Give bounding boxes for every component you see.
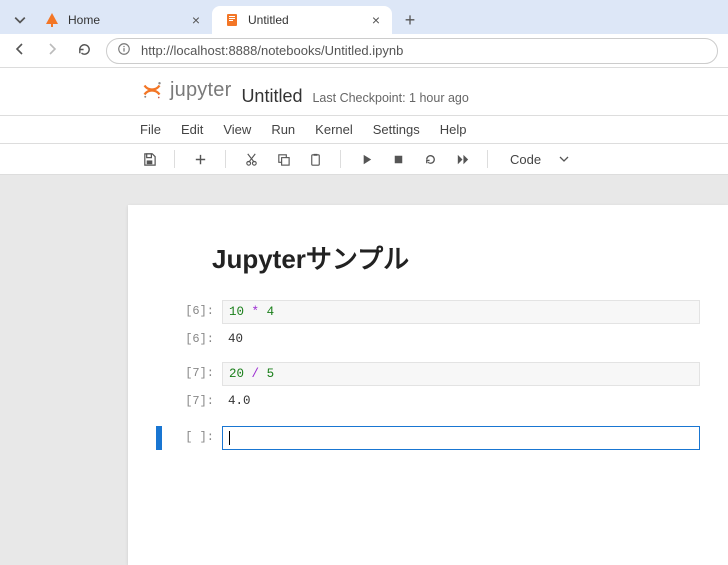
forward-icon	[42, 41, 62, 60]
tab-title: Untitled	[248, 13, 364, 27]
out-prompt: [7]:	[168, 390, 222, 412]
cell-bar	[156, 390, 162, 412]
browser-tab-strip: Home × Untitled × +	[0, 0, 728, 34]
notebook-favicon-icon	[224, 12, 240, 28]
output-text: 4.0	[222, 390, 700, 412]
output-cell: [6]: 40	[156, 328, 700, 350]
url-input[interactable]: http://localhost:8888/notebooks/Untitled…	[106, 38, 718, 64]
fast-forward-icon[interactable]	[453, 150, 471, 168]
menu-help[interactable]: Help	[440, 122, 467, 137]
jupyter-logo-text: jupyter	[170, 79, 231, 102]
toolbar: Code	[0, 144, 728, 175]
separator	[487, 150, 488, 168]
code-cell-active[interactable]: [ ]:	[156, 426, 700, 450]
notebook: Jupyterサンプル [6]: 10 * 4 [6]: 40 [7]: 20 …	[128, 205, 728, 565]
save-icon[interactable]	[140, 150, 158, 168]
paste-icon[interactable]	[306, 150, 324, 168]
in-prompt: [6]:	[168, 300, 222, 324]
code-cell[interactable]: [6]: 10 * 4	[156, 300, 700, 324]
add-cell-icon[interactable]	[191, 150, 209, 168]
menu-settings[interactable]: Settings	[373, 122, 420, 137]
cell-bar	[156, 300, 162, 324]
menu-bar: File Edit View Run Kernel Settings Help	[0, 115, 728, 144]
separator	[225, 150, 226, 168]
menu-kernel[interactable]: Kernel	[315, 122, 353, 137]
copy-icon[interactable]	[274, 150, 292, 168]
tab-list-dropdown-icon[interactable]	[8, 6, 32, 34]
browser-tab-home[interactable]: Home ×	[32, 6, 212, 34]
cell-bar	[156, 362, 162, 386]
url-text: http://localhost:8888/notebooks/Untitled…	[141, 43, 403, 58]
menu-file[interactable]: File	[140, 122, 161, 137]
checkpoint-text: Last Checkpoint: 1 hour ago	[312, 91, 468, 105]
code-cell[interactable]: [7]: 20 / 5	[156, 362, 700, 386]
separator	[340, 150, 341, 168]
output-cell: [7]: 4.0	[156, 390, 700, 412]
cell-bar-selected	[156, 426, 162, 450]
jupyter-logo[interactable]: jupyter	[140, 78, 231, 102]
cell-type-label: Code	[510, 152, 541, 167]
cell-type-select[interactable]: Code	[504, 152, 575, 167]
restart-icon[interactable]	[421, 150, 439, 168]
text-cursor-icon	[229, 431, 230, 445]
chevron-down-icon	[559, 154, 569, 164]
output-text: 40	[222, 328, 700, 350]
code-input[interactable]: 10 * 4	[222, 300, 700, 324]
close-icon[interactable]: ×	[372, 13, 380, 27]
menu-run[interactable]: Run	[271, 122, 295, 137]
tab-title: Home	[68, 13, 184, 27]
close-icon[interactable]: ×	[192, 13, 200, 27]
menu-view[interactable]: View	[223, 122, 251, 137]
notebook-scroll-area: Jupyterサンプル [6]: 10 * 4 [6]: 40 [7]: 20 …	[0, 175, 728, 565]
run-icon[interactable]	[357, 150, 375, 168]
menu-edit[interactable]: Edit	[181, 122, 203, 137]
code-input[interactable]: 20 / 5	[222, 362, 700, 386]
site-info-icon[interactable]	[117, 42, 131, 59]
new-tab-button[interactable]: +	[398, 8, 422, 32]
cut-icon[interactable]	[242, 150, 260, 168]
markdown-heading[interactable]: Jupyterサンプル	[212, 239, 700, 276]
jupyter-favicon-icon	[44, 12, 60, 28]
in-prompt: [ ]:	[168, 426, 222, 450]
back-icon[interactable]	[10, 41, 30, 60]
out-prompt: [6]:	[168, 328, 222, 350]
separator	[174, 150, 175, 168]
browser-address-bar: http://localhost:8888/notebooks/Untitled…	[0, 34, 728, 68]
in-prompt: [7]:	[168, 362, 222, 386]
cell-bar	[156, 328, 162, 350]
jupyter-header: jupyter Untitled Last Checkpoint: 1 hour…	[0, 68, 728, 115]
reload-icon[interactable]	[74, 42, 94, 60]
browser-tab-untitled[interactable]: Untitled ×	[212, 6, 392, 34]
code-input-focused[interactable]	[222, 426, 700, 450]
notebook-title[interactable]: Untitled	[241, 86, 302, 107]
stop-icon[interactable]	[389, 150, 407, 168]
